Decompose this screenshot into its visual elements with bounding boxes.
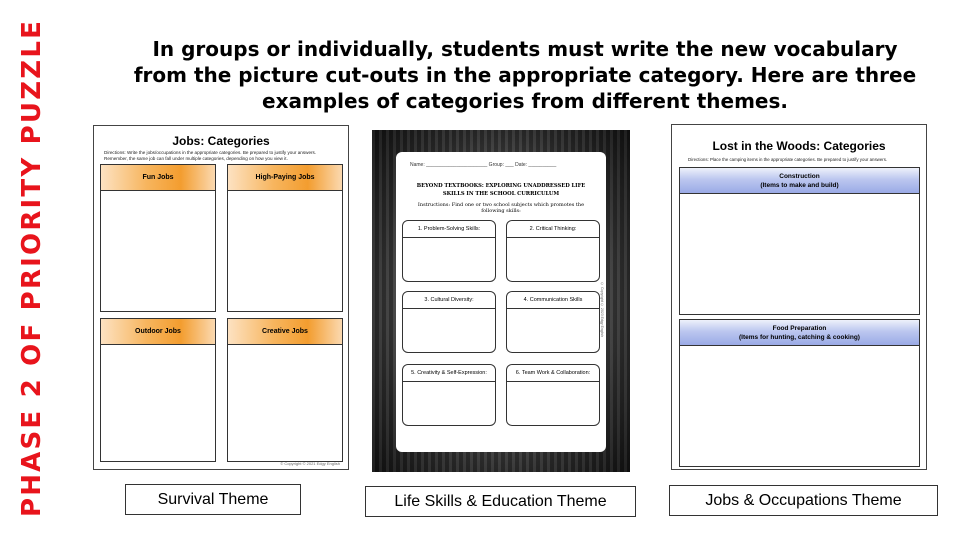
woods-sheet-directions: Directions: Place the camping items in t… bbox=[688, 157, 888, 162]
headline-line-1: In groups or individually, students must… bbox=[152, 37, 898, 61]
jobs-categories-worksheet: Jobs: Categories Directions: Write the j… bbox=[93, 125, 349, 470]
caption-jobs-theme: Jobs & Occupations Theme bbox=[669, 485, 938, 516]
life-skills-title-line-1: BEYOND TEXTBOOKS: EXPLORING UNADDRESSED … bbox=[416, 183, 586, 189]
jobs-category-box: Outdoor Jobs bbox=[100, 318, 216, 462]
jobs-category-header: High-Paying Jobs bbox=[228, 165, 342, 191]
jobs-category-header: Outdoor Jobs bbox=[101, 319, 215, 345]
skill-box: 4. Communication Skills bbox=[506, 291, 600, 353]
skill-box: 1. Problem-Solving Skills: bbox=[402, 220, 496, 282]
caption-survival-theme: Survival Theme bbox=[125, 484, 301, 515]
skill-label: 5. Creativity & Self-Expression: bbox=[403, 365, 495, 382]
jobs-category-header: Creative Jobs bbox=[228, 319, 342, 345]
jobs-category-box: Creative Jobs bbox=[227, 318, 343, 462]
life-skills-title-line-2: SKILLS IN THE SCHOOL CURRICULUM bbox=[442, 191, 560, 197]
woods-category-box: Construction (Items to make and build) bbox=[679, 167, 920, 315]
skill-label: 3. Cultural Diversity: bbox=[403, 292, 495, 309]
skill-box: 2. Critical Thinking: bbox=[506, 220, 600, 282]
caption-life-skills-theme: Life Skills & Education Theme bbox=[365, 486, 636, 517]
jobs-category-header: Fun Jobs bbox=[101, 165, 215, 191]
skill-box: 3. Cultural Diversity: bbox=[402, 291, 496, 353]
phase-title-svg: PHASE 2 OF PRIORITY PUZZLE bbox=[17, 19, 47, 517]
skill-box: 5. Creativity & Self-Expression: bbox=[402, 364, 496, 426]
headline-line-3: examples of categories from different th… bbox=[262, 89, 788, 113]
lost-in-woods-worksheet: Lost in the Woods: Categories Directions… bbox=[671, 124, 927, 470]
instructions-headline: In groups or individually, students must… bbox=[100, 36, 950, 114]
woods-category-sub: (Items to make and build) bbox=[760, 182, 839, 189]
jobs-category-box: High-Paying Jobs bbox=[227, 164, 343, 312]
name-group-date-line: Name: ______________________ Group: ___ … bbox=[410, 162, 557, 168]
skill-label: 6. Team Work & Collaboration: bbox=[507, 365, 599, 382]
skill-label: 1. Problem-Solving Skills: bbox=[403, 221, 495, 238]
woods-category-header: Food Preparation (Items for hunting, cat… bbox=[680, 320, 919, 346]
life-skills-title: BEYOND TEXTBOOKS: EXPLORING UNADDRESSED … bbox=[406, 182, 596, 198]
skill-box: 6. Team Work & Collaboration: bbox=[506, 364, 600, 426]
life-skills-paper: Name: ______________________ Group: ___ … bbox=[396, 152, 606, 452]
woods-category-name: Construction bbox=[779, 173, 820, 180]
woods-sheet-title: Lost in the Woods: Categories bbox=[712, 139, 886, 153]
jobs-sheet-directions: Directions: Write the jobs/occupations i… bbox=[104, 150, 340, 162]
woods-category-sub: (Items for hunting, catching & cooking) bbox=[739, 334, 860, 341]
jobs-sheet-footer: © Copyright © 2021 Edgy English bbox=[280, 461, 340, 466]
skill-label: 4. Communication Skills bbox=[507, 292, 599, 309]
life-skills-side-copyright: © Copyright © 2023 Edgy English bbox=[600, 282, 604, 338]
phase-title-text: PHASE 2 OF PRIORITY PUZZLE bbox=[17, 19, 47, 517]
life-skills-instructions: Instructions: Find one or two school sub… bbox=[417, 202, 585, 214]
woods-category-box: Food Preparation (Items for hunting, cat… bbox=[679, 319, 920, 467]
headline-line-2: from the picture cut-outs in the appropr… bbox=[133, 63, 917, 87]
woods-category-name: Food Preparation bbox=[772, 325, 827, 332]
jobs-directions-line-2: Remember, the same job can fall under mu… bbox=[104, 156, 288, 161]
phase-title-vertical: PHASE 2 OF PRIORITY PUZZLE bbox=[10, 12, 50, 524]
jobs-sheet-title: Jobs: Categories bbox=[172, 134, 270, 148]
jobs-category-box: Fun Jobs bbox=[100, 164, 216, 312]
life-skills-worksheet: Name: ______________________ Group: ___ … bbox=[372, 130, 630, 472]
skill-label: 2. Critical Thinking: bbox=[507, 221, 599, 238]
woods-category-header: Construction (Items to make and build) bbox=[680, 168, 919, 194]
